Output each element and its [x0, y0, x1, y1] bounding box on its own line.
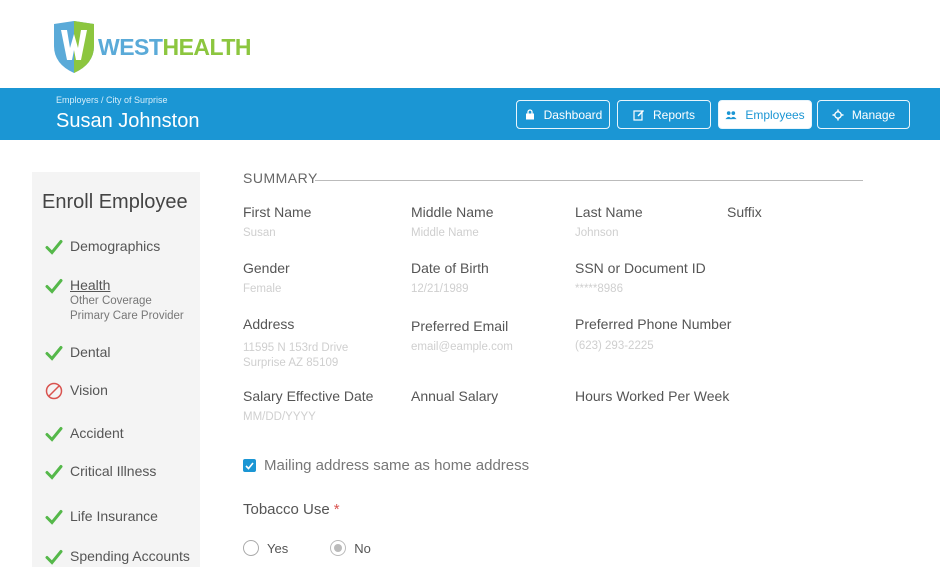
tobacco-use-heading: Tobacco Use * [243, 501, 340, 518]
check-icon [44, 507, 64, 527]
checkbox-checked-icon[interactable] [243, 459, 256, 472]
sidebar-item-demographics[interactable]: Demographics [44, 237, 160, 257]
nav-employees-button[interactable]: Employees [718, 100, 812, 129]
middle-name-value: Middle Name [411, 227, 479, 239]
logo-wordmark: WESTHEALTH [98, 33, 252, 61]
sidebar-item-label: Critical Illness [70, 463, 157, 479]
annual-salary-label: Annual Salary [411, 388, 499, 404]
breadcrumb[interactable]: Employers / City of Surprise [56, 95, 168, 105]
sidebar-item-health[interactable]: Health Other Coverage Primary Care Provi… [44, 276, 184, 324]
ssn-value: *****8986 [575, 283, 623, 295]
tobacco-use-options: Yes No [243, 540, 413, 556]
required-asterisk: * [333, 501, 340, 518]
lock-icon [524, 109, 536, 121]
mailing-same-checkbox[interactable]: Mailing address same as home address [243, 457, 529, 474]
gear-icon [832, 109, 844, 121]
suffix-field[interactable]: Suffix [727, 204, 762, 220]
tobacco-no-radio[interactable] [330, 540, 347, 556]
sidebar-item-life-insurance[interactable]: Life Insurance [44, 507, 158, 527]
salary-date-field[interactable]: Salary Effective Date MM/DD/YYYY [243, 388, 373, 425]
annual-salary-field[interactable]: Annual Salary [411, 388, 498, 404]
phone-label: Preferred Phone Number [575, 316, 732, 332]
tobacco-yes-label[interactable]: Yes [267, 541, 288, 556]
gender-field[interactable]: Gender Female [243, 260, 290, 297]
nav-employees-label: Employees [745, 107, 805, 122]
edit-icon [633, 109, 645, 121]
gender-value: Female [243, 283, 282, 295]
sidebar-item-label: Spending Accounts [70, 548, 190, 564]
salary-date-label: Salary Effective Date [243, 388, 374, 404]
dob-value: 12/21/1989 [411, 283, 469, 295]
hours-label: Hours Worked Per Week [575, 388, 730, 404]
suffix-label: Suffix [727, 204, 762, 220]
declined-icon [44, 381, 64, 401]
phone-value: (623) 293-2225 [575, 340, 654, 352]
summary-divider [315, 180, 863, 181]
westhealth-logo[interactable]: WESTHEALTH [52, 20, 252, 74]
nav-dashboard-label: Dashboard [543, 107, 603, 122]
sidebar-item-critical-illness[interactable]: Critical Illness [44, 462, 156, 482]
logo-bar: WESTHEALTH [0, 0, 940, 88]
middle-name-field[interactable]: Middle Name Middle Name [411, 204, 493, 241]
sidebar-item-label: Vision [70, 382, 108, 398]
users-icon [725, 109, 737, 121]
check-icon [44, 237, 64, 257]
address-line2: Surprise AZ 85109 [243, 357, 339, 369]
first-name-field[interactable]: First Name Susan [243, 204, 311, 241]
mailing-same-label: Mailing address same as home address [264, 457, 530, 474]
shield-logo-icon [54, 21, 94, 73]
sidebar-title: Enroll Employee [42, 191, 188, 213]
gender-label: Gender [243, 260, 290, 276]
employee-name-title: Susan Johnston [56, 110, 200, 132]
address-line1: 11595 N 153rd Drive [243, 342, 349, 354]
email-value: email@eample.com [411, 341, 513, 353]
sidebar-item-label: Life Insurance [70, 508, 158, 524]
logo-word-health: HEALTH [162, 33, 252, 60]
last-name-label: Last Name [575, 204, 643, 220]
salary-date-value: MM/DD/YYYY [243, 411, 316, 423]
summary-title: SUMMARY [243, 170, 318, 186]
sidebar-subitem-primary-care[interactable]: Primary Care Provider [70, 309, 184, 324]
header-banner: Employers / City of Surprise Susan Johns… [0, 88, 940, 140]
dob-label: Date of Birth [411, 260, 489, 276]
nav-manage-button[interactable]: Manage [817, 100, 910, 129]
tobacco-no-label[interactable]: No [354, 541, 371, 556]
nav-reports-button[interactable]: Reports [617, 100, 711, 129]
check-icon [44, 547, 64, 567]
dob-field[interactable]: Date of Birth 12/21/1989 [411, 260, 489, 297]
nav-dashboard-button[interactable]: Dashboard [516, 100, 610, 129]
hours-field[interactable]: Hours Worked Per Week [575, 388, 729, 404]
ssn-label: SSN or Document ID [575, 260, 706, 276]
last-name-value: Johnson [575, 227, 619, 239]
tobacco-yes-radio[interactable] [243, 540, 259, 556]
phone-field[interactable]: Preferred Phone Number (623) 293-2225 [575, 316, 731, 354]
sidebar-item-label: Demographics [70, 238, 161, 254]
logo-word-west: WEST [98, 33, 163, 60]
address-label: Address [243, 316, 295, 332]
check-icon [44, 343, 64, 363]
sidebar-subitem-other-coverage[interactable]: Other Coverage [70, 294, 184, 309]
middle-name-label: Middle Name [411, 204, 494, 220]
sidebar-item-dental[interactable]: Dental [44, 343, 110, 363]
nav-reports-label: Reports [652, 107, 696, 122]
sidebar-item-label: Health [70, 277, 111, 293]
ssn-field[interactable]: SSN or Document ID *****8986 [575, 260, 706, 297]
sidebar-item-label: Accident [70, 425, 124, 441]
sidebar-item-accident[interactable]: Accident [44, 424, 124, 444]
check-icon [44, 424, 64, 444]
email-label: Preferred Email [411, 318, 509, 334]
check-icon [44, 276, 64, 296]
check-icon [44, 462, 64, 482]
tobacco-use-label: Tobacco Use [243, 501, 330, 518]
email-field[interactable]: Preferred Email email@eample.com [411, 318, 513, 355]
address-field[interactable]: Address 11595 N 153rd Drive Surprise AZ … [243, 316, 348, 371]
sidebar-item-spending-accounts[interactable]: Spending Accounts [44, 547, 190, 567]
sidebar-item-label: Dental [70, 344, 111, 360]
first-name-label: First Name [243, 204, 312, 220]
sidebar-item-vision[interactable]: Vision [44, 381, 108, 401]
enroll-sidebar: Enroll Employee Demographics Health Othe… [32, 172, 200, 567]
last-name-field[interactable]: Last Name Johnson [575, 204, 643, 241]
nav-manage-label: Manage [851, 107, 896, 122]
first-name-value: Susan [243, 227, 276, 239]
